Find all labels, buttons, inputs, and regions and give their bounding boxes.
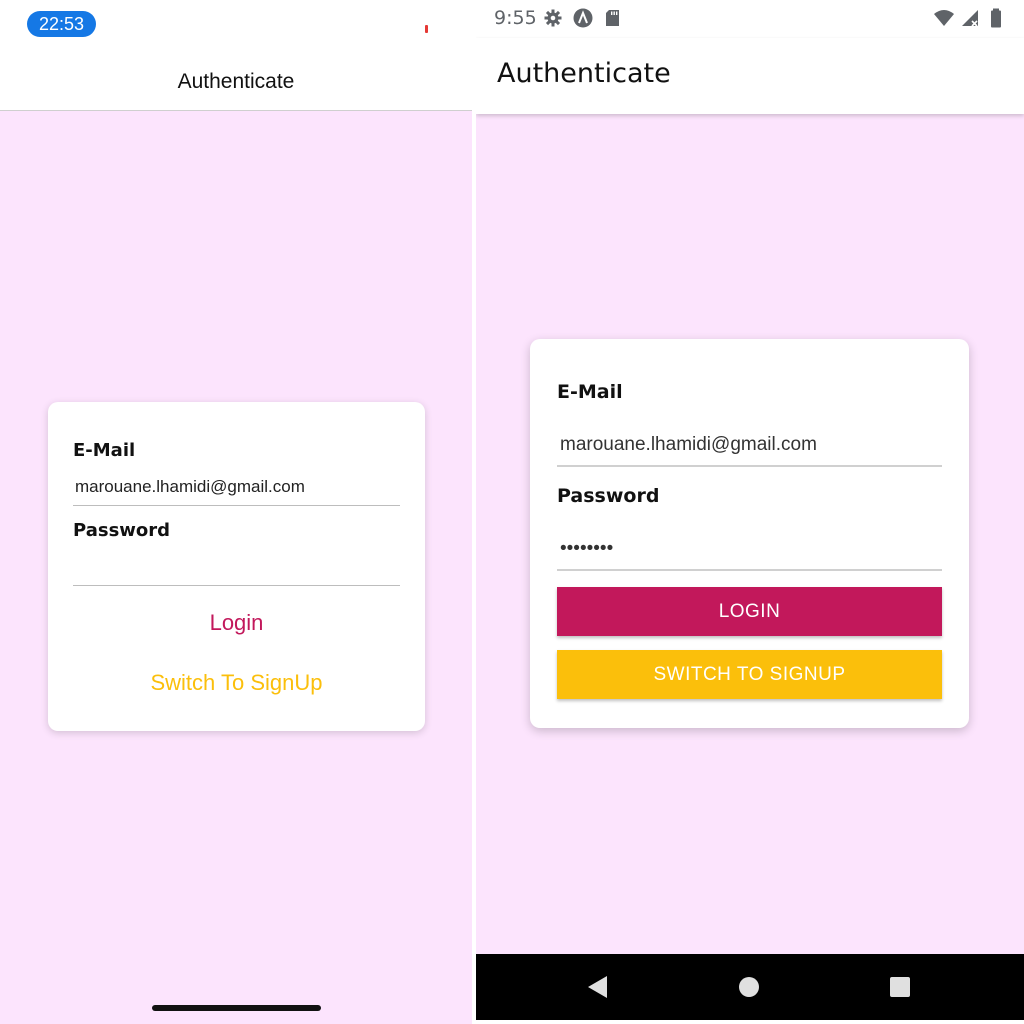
ios-status-bar: 22:53 [0,0,472,50]
switch-to-signup-button[interactable]: SWITCH TO SIGNUP [557,650,942,699]
auth-card: E-Mail marouane.lhamidi@gmail.com Passwo… [48,402,425,731]
login-button[interactable]: LOGIN [557,587,942,636]
page-title: Authenticate [497,58,671,89]
switch-to-signup-button[interactable]: Switch To SignUp [48,670,425,696]
email-field[interactable]: marouane.lhamidi@gmail.com [557,423,942,467]
status-left-icons [543,8,623,28]
page-title: Authenticate [177,70,295,93]
email-label: E-Mail [557,381,623,403]
settings-icon [544,9,562,27]
wifi-icon [934,10,954,26]
home-icon[interactable] [736,974,762,1000]
ios-screen: 22:53 Authenticate E-Mail marouane.lhami… [0,0,472,1024]
recents-icon[interactable] [887,974,913,1000]
password-label: Password [557,485,660,507]
status-right-icons [934,8,1006,28]
android-screen: 9:55 Authenticate E-Mail marouane.lhamid… [476,0,1024,1024]
cellular-signal-icon [962,10,978,27]
navigation-bar [476,954,1024,1020]
password-label: Password [73,520,171,541]
status-time: 9:55 [494,7,537,29]
email-field[interactable]: marouane.lhamidi@gmail.com [73,470,400,506]
recording-indicator-icon [425,25,428,33]
android-status-bar: 9:55 [476,0,1024,38]
auth-card: E-Mail marouane.lhamidi@gmail.com Passwo… [530,339,969,728]
battery-icon [991,8,1001,28]
login-button[interactable]: Login [48,610,425,636]
back-icon[interactable] [585,974,611,1000]
status-time: 22:53 [27,11,96,37]
header: Authenticate [0,50,472,111]
bottom-edge [476,1020,1024,1024]
password-field[interactable]: •••••••• [557,527,942,571]
email-label: E-Mail [73,440,136,461]
home-indicator[interactable] [152,1005,321,1011]
app-bar: Authenticate [476,38,1024,114]
assistant-icon [573,8,593,28]
password-field[interactable] [73,550,400,586]
sd-card-icon [606,10,619,26]
